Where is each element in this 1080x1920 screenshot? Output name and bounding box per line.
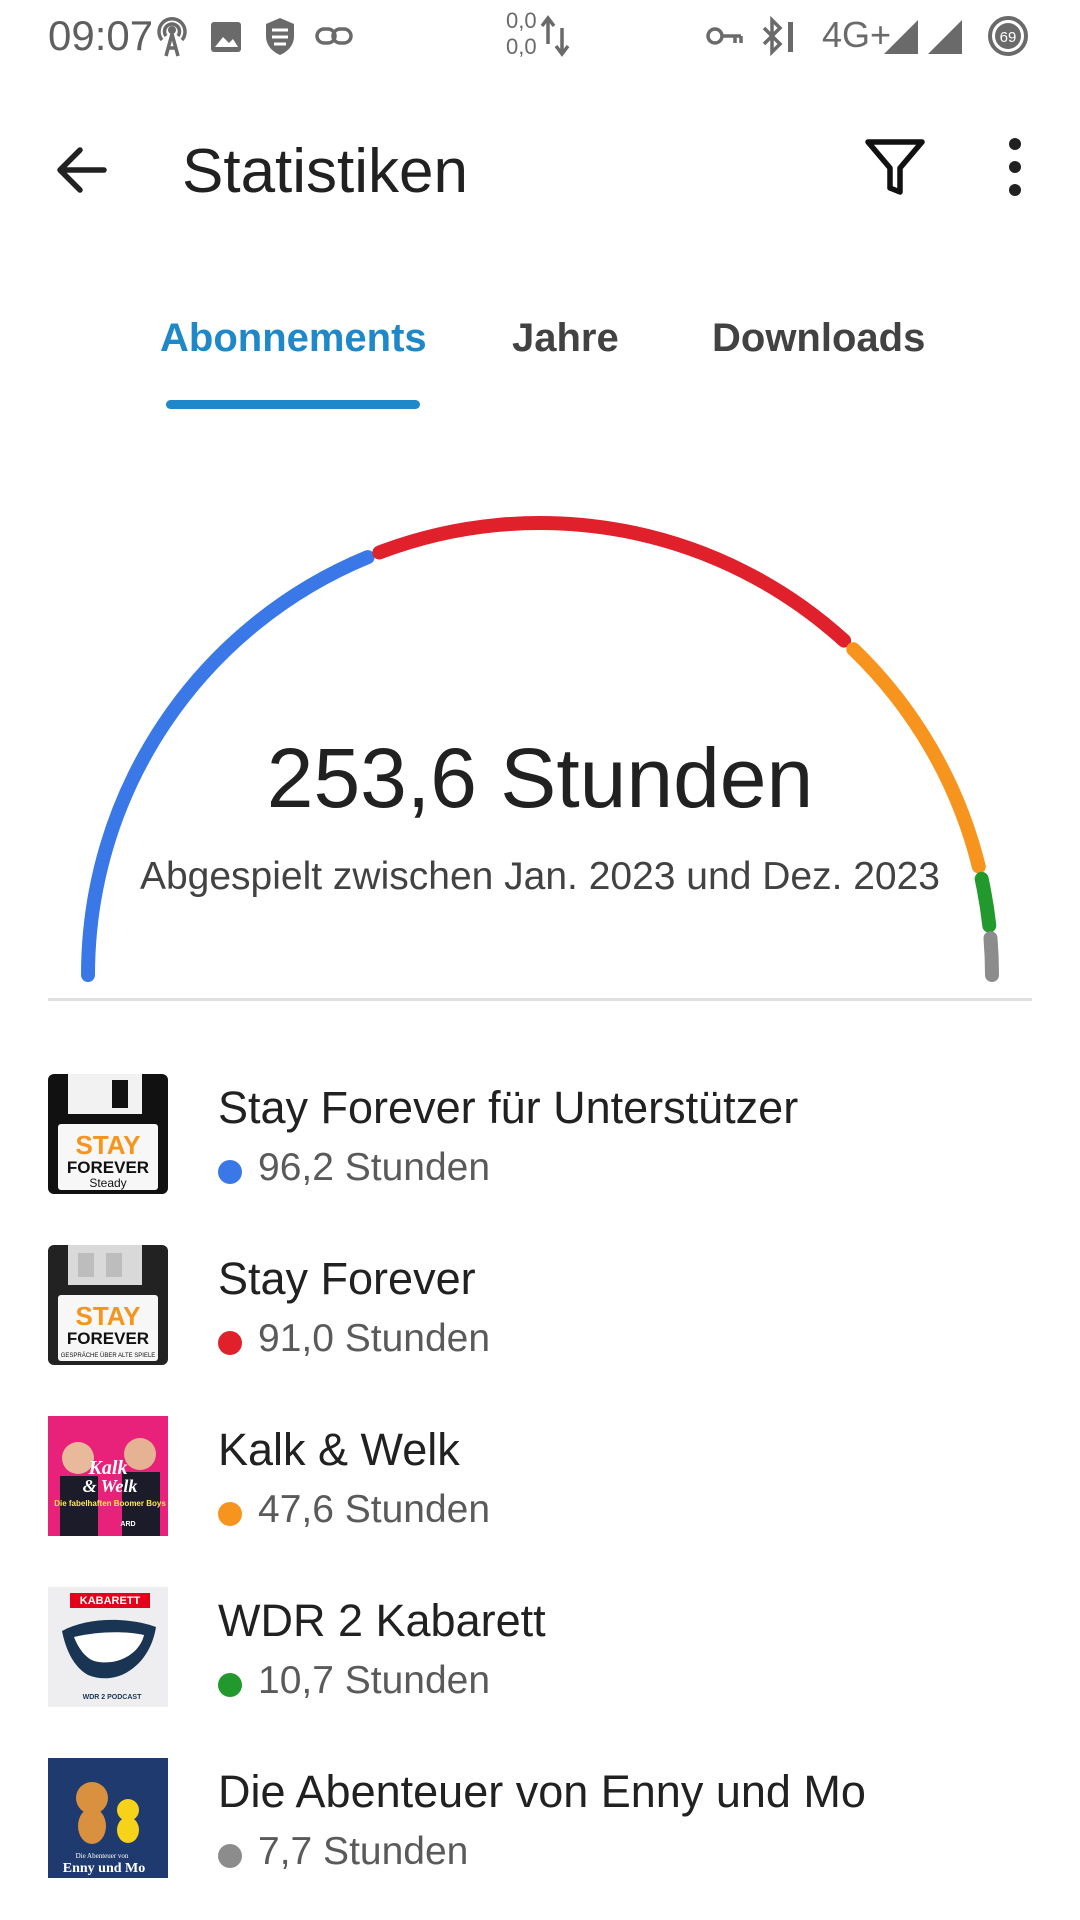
stay-forever-steady-cover: STAY FOREVER Steady [48,1074,168,1194]
list-item[interactable]: Die Abenteuer von Enny und Mo Die Abente… [0,1744,1080,1915]
battery-level: 69 [1000,29,1017,46]
app-bar: Statistiken [0,96,1080,246]
cover-tag-text: Die fabelhaften Boomer Boys [54,1499,166,1508]
data-rate: 0,0 0,0 [506,8,537,60]
vpn-key-icon [706,27,743,45]
tab-downloads[interactable]: Downloads [712,316,925,361]
cover-tag-text: GESPRÄCHE ÜBER ALTE SPIELE [61,1352,156,1359]
podcast-hours: 91,0 Stunden [258,1317,491,1360]
cover-tag-text: Steady [89,1176,126,1190]
wdr2-kabarett-cover: KABARETT WDR 2 PODCAST [48,1587,168,1707]
battery-icon: 69 [988,16,1028,56]
podcast-hours: 47,6 Stunden [258,1488,491,1531]
stay-forever-cover: STAY FOREVER GESPRÄCHE ÜBER ALTE SPIELE [48,1245,168,1365]
tab-indicator [166,400,420,409]
cover-subtitle-text: & Welk [83,1476,138,1496]
list-item[interactable]: STAY FOREVER GESPRÄCHE ÜBER ALTE SPIELE … [0,1231,1080,1402]
cover-title-text: STAY [75,1130,140,1160]
data-arrows-icon [540,15,570,57]
cover-tag-text: WDR 2 PODCAST [83,1694,142,1701]
list-item[interactable]: KABARETT WDR 2 PODCAST WDR 2 Kabarett 10… [0,1573,1080,1744]
usage-gauge: 253,6 Stunden Abgespielt zwischen Jan. 2… [0,470,1080,1010]
cover-title-text: STAY [75,1301,140,1331]
podcast-title: Kalk & Welk [218,1424,460,1475]
podcast-hours: 96,2 Stunden [258,1146,491,1189]
divider [48,998,1032,1001]
podcast-list: STAY FOREVER Steady Stay Forever für Unt… [0,1060,1080,1915]
tab-jahre[interactable]: Jahre [512,316,619,361]
list-item[interactable]: Kalk & Welk Die fabelhaften Boomer Boys … [0,1402,1080,1573]
gauge-segment [983,931,999,982]
series-color-dot [218,1160,242,1184]
status-time: 09:07 [48,12,154,59]
list-item[interactable]: STAY FOREVER Steady Stay Forever für Unt… [0,1060,1080,1231]
kalk-welk-cover: Kalk & Welk Die fabelhaften Boomer Boys … [48,1416,168,1536]
data-up-rate: 0,0 [506,8,537,33]
podcast-hours: 10,7 Stunden [258,1659,491,1702]
data-down-rate: 0,0 [506,34,537,59]
signal-icon [884,20,962,54]
time-range-label: Abgespielt zwischen Jan. 2023 und Dez. 2… [139,855,941,898]
series-color-dot [218,1673,242,1697]
cover-subtitle-text: Die Abenteuer von [76,1852,129,1860]
more-vert-icon[interactable] [990,134,1040,200]
cover-subtitle-text: FOREVER [67,1158,149,1177]
podcast-title: WDR 2 Kabarett [218,1595,546,1646]
back-arrow-icon[interactable] [50,138,114,202]
podcast-title: Stay Forever für Unterstützer [218,1082,799,1133]
series-color-dot [218,1844,242,1868]
podcast-title: Die Abenteuer von Enny und Mo [218,1766,866,1817]
podcast-hours: 7,7 Stunden [258,1830,469,1873]
filter-icon[interactable] [862,134,928,200]
link-icon [315,27,353,45]
series-color-dot [218,1331,242,1355]
podcast-title: Stay Forever [218,1253,476,1304]
bluetooth-icon [762,15,793,57]
cover-logo-text: ARD [120,1521,135,1528]
tab-bar: Abonnements Jahre Downloads [0,300,1080,410]
status-bar: 09:07 0,0 0,0 4G+ 69 [0,0,1080,72]
total-hours: 253,6 Stunden [266,731,814,825]
tab-abonnements[interactable]: Abonnements [160,316,427,361]
hotspot-icon [157,16,187,57]
cover-subtitle-text: FOREVER [67,1329,149,1348]
shield-icon [266,18,294,55]
series-color-dot [218,1502,242,1526]
image-icon [211,22,241,52]
gauge-segment [372,516,852,648]
enny-mo-cover: Die Abenteuer von Enny und Mo [48,1758,168,1878]
cover-title-text: Enny und Mo [63,1861,145,1876]
page-title: Statistiken [182,137,469,206]
cover-title-text: KABARETT [80,1595,141,1607]
